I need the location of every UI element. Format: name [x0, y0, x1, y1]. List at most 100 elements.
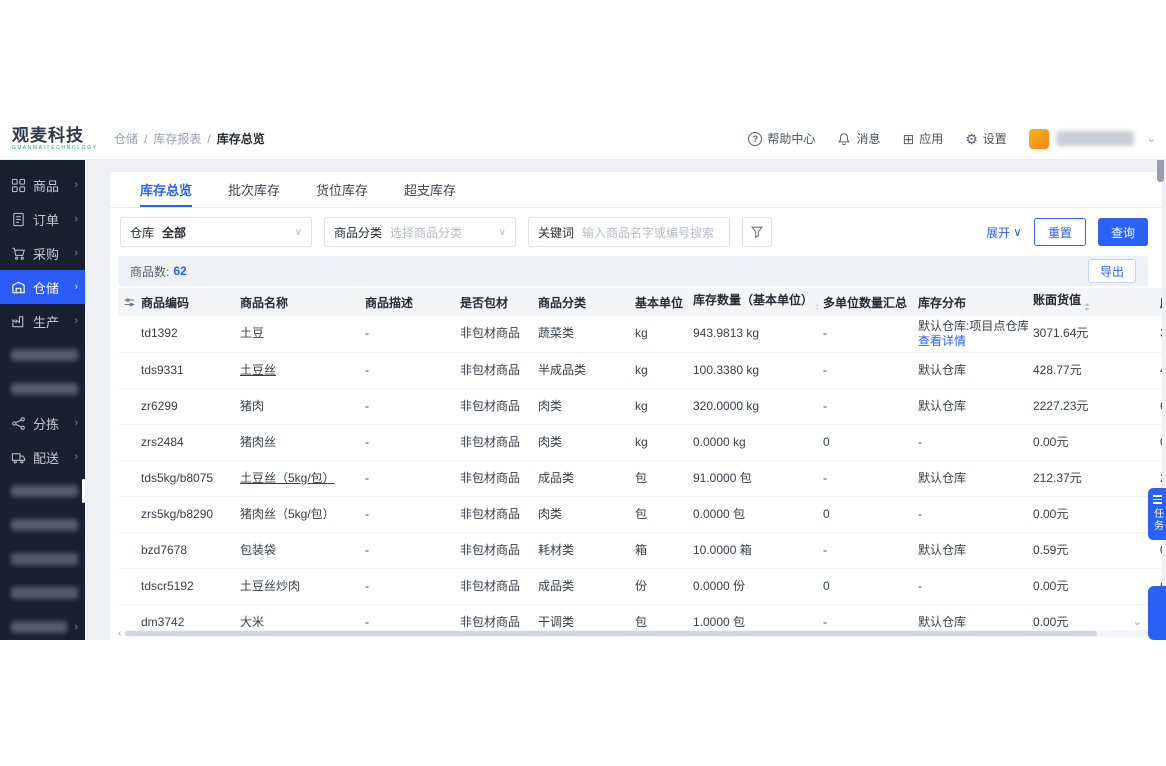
task-panel-tab[interactable]: 任务 [1148, 488, 1166, 540]
column-book-value[interactable]: 账面货值 [1028, 288, 1155, 316]
sidebar-item-label: 商品 [33, 176, 67, 195]
sidebar-item-redacted[interactable] [0, 576, 85, 610]
category-select-label: 商品分类 [334, 224, 382, 241]
distribution-text: - [918, 507, 1023, 522]
redacted-label [11, 383, 78, 395]
product-name-link[interactable]: 猪肉 [240, 399, 264, 413]
view-details-link[interactable]: 查看详情 [918, 334, 966, 348]
user-menu[interactable]: ⌄ [1029, 129, 1156, 149]
tab-stock-overview[interactable]: 库存总览 [140, 172, 192, 207]
cell-product-desc: - [360, 532, 455, 568]
tab-overdraft-stock[interactable]: 超支库存 [404, 172, 456, 207]
chevron-down-icon: ∨ [499, 227, 506, 238]
horizontal-scrollbar[interactable]: ‹ › [118, 628, 1156, 639]
table-row: td1392 土豆 - 非包材商品 蔬菜类 kg 943.9813 kg - 默… [118, 316, 1162, 352]
cell-multi-unit-total: 0 [818, 496, 913, 532]
cell-settings-spacer [118, 568, 136, 604]
user-menu-chevron-icon[interactable]: ⌄ [1147, 132, 1156, 145]
column-stock-qty[interactable]: 库存数量（基本单位） [688, 288, 818, 316]
sidebar-item-redacted[interactable] [0, 338, 85, 372]
sidebar-item-label: 生产 [33, 312, 67, 331]
expand-filters-link[interactable]: 展开 ∨ [986, 224, 1022, 241]
scrollbar-track[interactable] [125, 630, 1148, 637]
sidebar-item-delivery[interactable]: 配送 › [0, 440, 85, 474]
query-button[interactable]: 查询 [1098, 218, 1148, 246]
cell-settings-spacer [118, 316, 136, 352]
table-row: tds5kg/b8075 土豆丝（5kg/包） - 非包材商品 成品类 包 91… [118, 460, 1162, 496]
scroll-down-icon[interactable]: ⌄ [1131, 615, 1144, 628]
chevron-right-icon: › [74, 247, 78, 259]
cell-multi-unit-total: - [818, 316, 913, 352]
apps-label: 应用 [919, 130, 943, 147]
floating-widget-clipped[interactable] [1148, 586, 1166, 640]
sort-icon[interactable] [816, 300, 818, 314]
product-name-link[interactable]: 大米 [240, 615, 264, 629]
product-name-link[interactable]: 包装袋 [240, 543, 276, 557]
delivery-truck-icon [11, 450, 26, 465]
product-name-link[interactable]: 土豆丝 [240, 363, 276, 377]
sidebar-item-orders[interactable]: 订单 › [0, 202, 85, 236]
filter-bar: 仓库 全部 ∨ 商品分类 选择商品分类 ∨ 关键词 输入商品名字或编号搜索 [110, 208, 1162, 256]
sidebar-item-label: 采购 [33, 244, 67, 263]
cell-book-value: 2227.23元 [1028, 388, 1155, 424]
product-name-link[interactable]: 猪肉丝 [240, 435, 276, 449]
cell-product-name: 土豆丝炒肉 [235, 568, 360, 604]
category-select[interactable]: 商品分类 选择商品分类 ∨ [324, 217, 516, 247]
sidebar-item-redacted[interactable] [0, 474, 85, 508]
brand-logo[interactable]: 观麦科技 GUANMAITECHNOLOGY [0, 127, 104, 151]
chevron-down-icon: ∨ [1013, 225, 1022, 239]
sidebar-item-redacted[interactable] [0, 372, 85, 406]
cell-category: 肉类 [533, 496, 630, 532]
sidebar-item-label: 配送 [33, 448, 67, 467]
sidebar-item-products[interactable]: 商品 › [0, 168, 85, 202]
sidebar-item-production[interactable]: 生产 › [0, 304, 85, 338]
apps-button[interactable]: ⊞ 应用 [902, 130, 943, 147]
sidebar-item-sorting[interactable]: 分拣 › [0, 406, 85, 440]
product-name-link[interactable]: 土豆丝炒肉 [240, 579, 300, 593]
sidebar-item-redacted[interactable] [0, 508, 85, 542]
task-tab-label: 任务 [1150, 508, 1165, 532]
order-icon [11, 212, 26, 227]
column-clipped: 库 [1155, 288, 1162, 316]
sidebar-item-redacted[interactable] [0, 542, 85, 576]
cell-product-code: zrs5kg/b8290 [136, 496, 235, 532]
sidebar-item-purchasing[interactable]: 采购 › [0, 236, 85, 270]
warehouse-select[interactable]: 仓库 全部 ∨ [120, 217, 312, 247]
tab-location-stock[interactable]: 货位库存 [316, 172, 368, 207]
help-center-button[interactable]: ? 帮助中心 [748, 130, 815, 147]
advanced-filter-button[interactable] [742, 217, 772, 247]
cell-settings-spacer [118, 496, 136, 532]
brand-name: 观麦科技 [12, 127, 104, 144]
scroll-left-icon[interactable]: ‹ [118, 629, 121, 639]
product-name-link[interactable]: 猪肉丝（5kg/包） [240, 507, 335, 521]
reset-button[interactable]: 重置 [1034, 218, 1086, 246]
messages-button[interactable]: 消息 [837, 130, 880, 147]
expand-label: 展开 [986, 224, 1010, 241]
list-icon [1153, 495, 1162, 504]
sidebar-item-warehouse[interactable]: 仓储 › [0, 270, 85, 304]
cell-clipped-value: 4 [1155, 352, 1162, 388]
column-product-desc: 商品描述 [360, 288, 455, 316]
sidebar-item-redacted[interactable]: › [0, 610, 85, 640]
tab-batch-stock[interactable]: 批次库存 [228, 172, 280, 207]
cell-product-code: tdscr5192 [136, 568, 235, 604]
cell-book-value: 0.00元 [1028, 568, 1155, 604]
column-settings-button[interactable] [118, 288, 136, 316]
main-area: 库存总览 批次库存 货位库存 超支库存 仓库 全部 ∨ 商品分类 选择商品分类 … [85, 160, 1166, 640]
keyword-input[interactable]: 关键词 输入商品名字或编号搜索 [528, 217, 730, 247]
sidebar-item-label: 订单 [33, 210, 67, 229]
bell-icon [837, 132, 851, 146]
scrollbar-thumb[interactable] [125, 631, 1097, 636]
product-name-link[interactable]: 土豆 [240, 326, 264, 340]
breadcrumb-separator: / [207, 132, 210, 146]
breadcrumb-item[interactable]: 库存报表 [153, 130, 201, 147]
cell-product-name: 包装袋 [235, 532, 360, 568]
export-button[interactable]: 导出 [1088, 259, 1136, 283]
product-name-link[interactable]: 土豆丝（5kg/包） [240, 471, 335, 485]
breadcrumb-item[interactable]: 仓储 [114, 130, 138, 147]
cell-base-unit: kg [630, 352, 688, 388]
cell-product-desc: - [360, 352, 455, 388]
cell-is-packaging: 非包材商品 [455, 352, 533, 388]
settings-button[interactable]: ⚙ 设置 [965, 130, 1007, 147]
sort-icon[interactable] [1084, 300, 1090, 314]
